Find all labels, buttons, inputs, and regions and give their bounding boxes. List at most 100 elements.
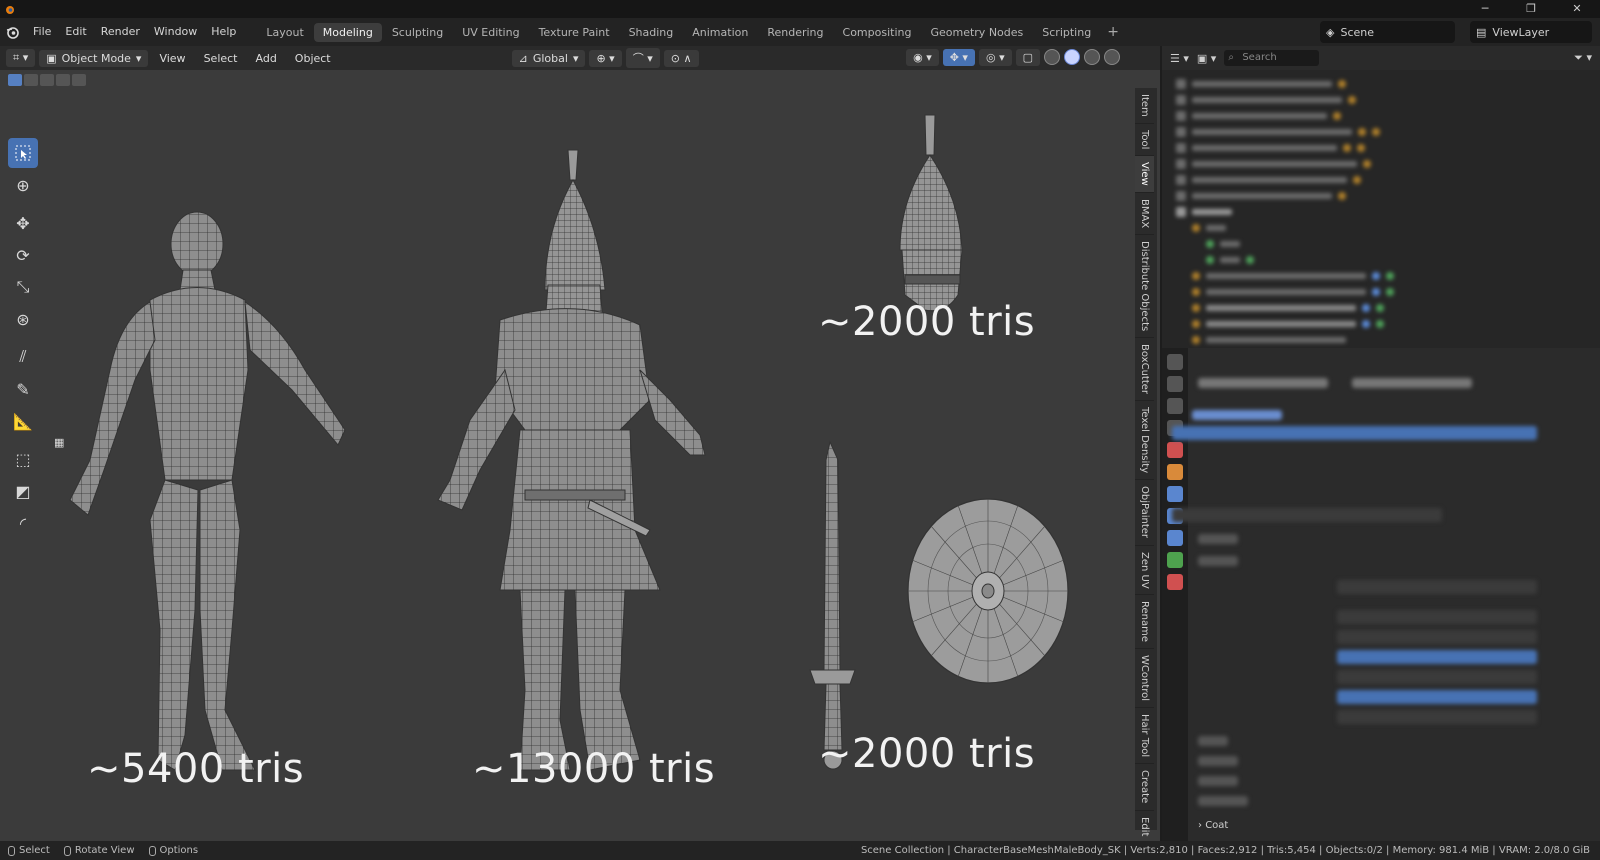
list-item[interactable] (1176, 124, 1600, 140)
list-item[interactable] (1206, 252, 1600, 268)
add-workspace-button[interactable]: + (1101, 24, 1125, 40)
close-button[interactable]: ✕ (1554, 0, 1600, 18)
list-item[interactable] (1176, 92, 1600, 108)
xray-button[interactable]: ▢ (1015, 49, 1040, 66)
orientation-icon: ⊿ (518, 51, 528, 65)
add-menu[interactable]: Add (249, 50, 284, 67)
menu-help[interactable]: Help (204, 18, 243, 46)
wireframe-shading-button[interactable] (1044, 49, 1060, 65)
rendered-shading-button[interactable] (1104, 49, 1120, 65)
display-mode-icon[interactable]: ▣ ▾ (1197, 52, 1216, 65)
npanel-tab-objpainter[interactable]: ObjPainter (1135, 480, 1154, 546)
editor-type-button[interactable]: ⌗ ▾ (6, 49, 36, 67)
snap-button[interactable]: ⌒ ▾ (625, 48, 660, 68)
npanel-tab-wcontrol[interactable]: WControl (1135, 649, 1154, 709)
list-item[interactable] (1192, 268, 1600, 284)
tab-rendering[interactable]: Rendering (758, 23, 832, 42)
object-mode-icon: ▣ (46, 51, 57, 65)
sword-model[interactable] (809, 440, 856, 770)
status-options: Options (148, 845, 198, 856)
tab-compositing[interactable]: Compositing (834, 23, 921, 42)
tab-modeling[interactable]: Modeling (313, 22, 382, 42)
menu-edit[interactable]: Edit (58, 18, 93, 46)
list-item[interactable] (1192, 332, 1600, 348)
list-item[interactable] (1176, 188, 1600, 204)
list-item[interactable] (1192, 284, 1600, 300)
outliner-tree[interactable] (1162, 70, 1600, 348)
blender-menu-icon[interactable] (0, 18, 26, 46)
tab-layout[interactable]: Layout (257, 23, 312, 42)
pivot-point-button[interactable]: ⊕ ▾ (589, 49, 622, 67)
list-item[interactable] (1192, 220, 1600, 236)
npanel-tab-zen-uv[interactable]: Zen UV (1135, 546, 1154, 596)
gizmo-button[interactable]: ✥ ▾ (942, 49, 975, 66)
coat-panel-header[interactable]: › Coat (1198, 820, 1228, 831)
proportional-edit-button[interactable]: ⊙ ∧ (663, 49, 699, 67)
npanel-tab-bmax[interactable]: BMAX (1135, 193, 1154, 236)
outliner-search-input[interactable]: ⌕ Search (1224, 50, 1320, 66)
npanel-tab-create[interactable]: Create (1135, 764, 1154, 811)
coat-label: Coat (1205, 820, 1229, 831)
list-item[interactable] (1176, 140, 1600, 156)
shield-model[interactable] (907, 498, 1069, 684)
orientation-label: Global (532, 51, 568, 65)
title-bar: ─ ❐ ✕ (0, 0, 1600, 18)
helmet-model[interactable] (899, 114, 963, 312)
solid-shading-button[interactable] (1064, 49, 1080, 65)
npanel-tab-hair-tool[interactable]: Hair Tool (1135, 708, 1154, 765)
transform-orientation-selector[interactable]: ⊿ Global ▾ (511, 49, 586, 67)
tab-animation[interactable]: Animation (683, 23, 757, 42)
filter-icon[interactable]: ⏷ ▾ (1574, 51, 1592, 65)
tab-scripting[interactable]: Scripting (1033, 23, 1100, 42)
weapons-tris-label: ~2000 tris (818, 731, 1036, 777)
list-item[interactable] (1206, 236, 1600, 252)
npanel-tab-distribute-objects[interactable]: Distribute Objects (1135, 235, 1154, 339)
list-item[interactable] (1176, 76, 1600, 92)
npanel-tab-boxcutter[interactable]: BoxCutter (1135, 338, 1154, 402)
material-shading-button[interactable] (1084, 49, 1100, 65)
npanel-tab-texel-density[interactable]: Texel Density (1135, 401, 1154, 481)
3d-viewport[interactable]: ⌗ ▾ ▣ Object Mode ▾ View Select Add Obje… (0, 46, 1160, 841)
menu-window[interactable]: Window (147, 18, 204, 46)
list-item[interactable] (1176, 156, 1600, 172)
overlay-button[interactable]: ◎ ▾ (978, 49, 1012, 66)
tab-uv-editing[interactable]: UV Editing (453, 23, 528, 42)
list-item[interactable] (1176, 172, 1600, 188)
npanel-tab-edit[interactable]: Edit (1135, 811, 1154, 843)
mode-label: Object Mode (61, 51, 131, 65)
view-layer-selector[interactable]: ▤ ViewLayer (1470, 21, 1592, 43)
npanel-tab-rename[interactable]: Rename (1135, 595, 1154, 650)
mode-selector[interactable]: ▣ Object Mode ▾ (39, 49, 149, 67)
scene-selector[interactable]: ◈ Scene (1320, 21, 1455, 43)
maximize-button[interactable]: ❐ (1508, 0, 1554, 18)
right-mouse-icon (148, 845, 156, 856)
list-item[interactable] (1192, 316, 1600, 332)
viewport-header: ⌗ ▾ ▣ Object Mode ▾ View Select Add Obje… (0, 46, 1160, 70)
helmet-tris-label: ~2000 tris (818, 299, 1036, 345)
search-icon: ⌕ (1228, 52, 1234, 63)
material-properties[interactable] (1162, 348, 1600, 841)
visibility-button[interactable]: ◉ ▾ (906, 49, 939, 66)
tab-texture-paint[interactable]: Texture Paint (530, 23, 619, 42)
npanel-tab-item[interactable]: Item (1135, 88, 1154, 124)
tab-sculpting[interactable]: Sculpting (383, 23, 452, 42)
view-menu[interactable]: View (152, 50, 192, 67)
object-menu[interactable]: Object (288, 50, 338, 67)
minimize-button[interactable]: ─ (1462, 0, 1508, 18)
tab-shading[interactable]: Shading (620, 23, 683, 42)
menu-file[interactable]: File (26, 18, 58, 46)
body-tris-label: ~5400 tris (87, 746, 305, 792)
menu-render[interactable]: Render (94, 18, 147, 46)
list-item[interactable] (1176, 204, 1600, 220)
outliner-editor-icon[interactable]: ☰ ▾ (1170, 52, 1189, 65)
select-menu[interactable]: Select (197, 50, 245, 67)
list-item[interactable] (1192, 300, 1600, 316)
tab-geometry-nodes[interactable]: Geometry Nodes (921, 23, 1032, 42)
list-item[interactable] (1176, 108, 1600, 124)
npanel-tab-view[interactable]: View (1135, 156, 1154, 193)
status-rotate: Rotate View (63, 845, 135, 856)
npanel-tab-tool[interactable]: Tool (1135, 124, 1154, 157)
shading-controls: ◉ ▾ ✥ ▾ ◎ ▾ ▢ (906, 49, 1120, 66)
armored-warrior-model[interactable] (437, 149, 706, 771)
base-body-model[interactable] (69, 211, 346, 771)
